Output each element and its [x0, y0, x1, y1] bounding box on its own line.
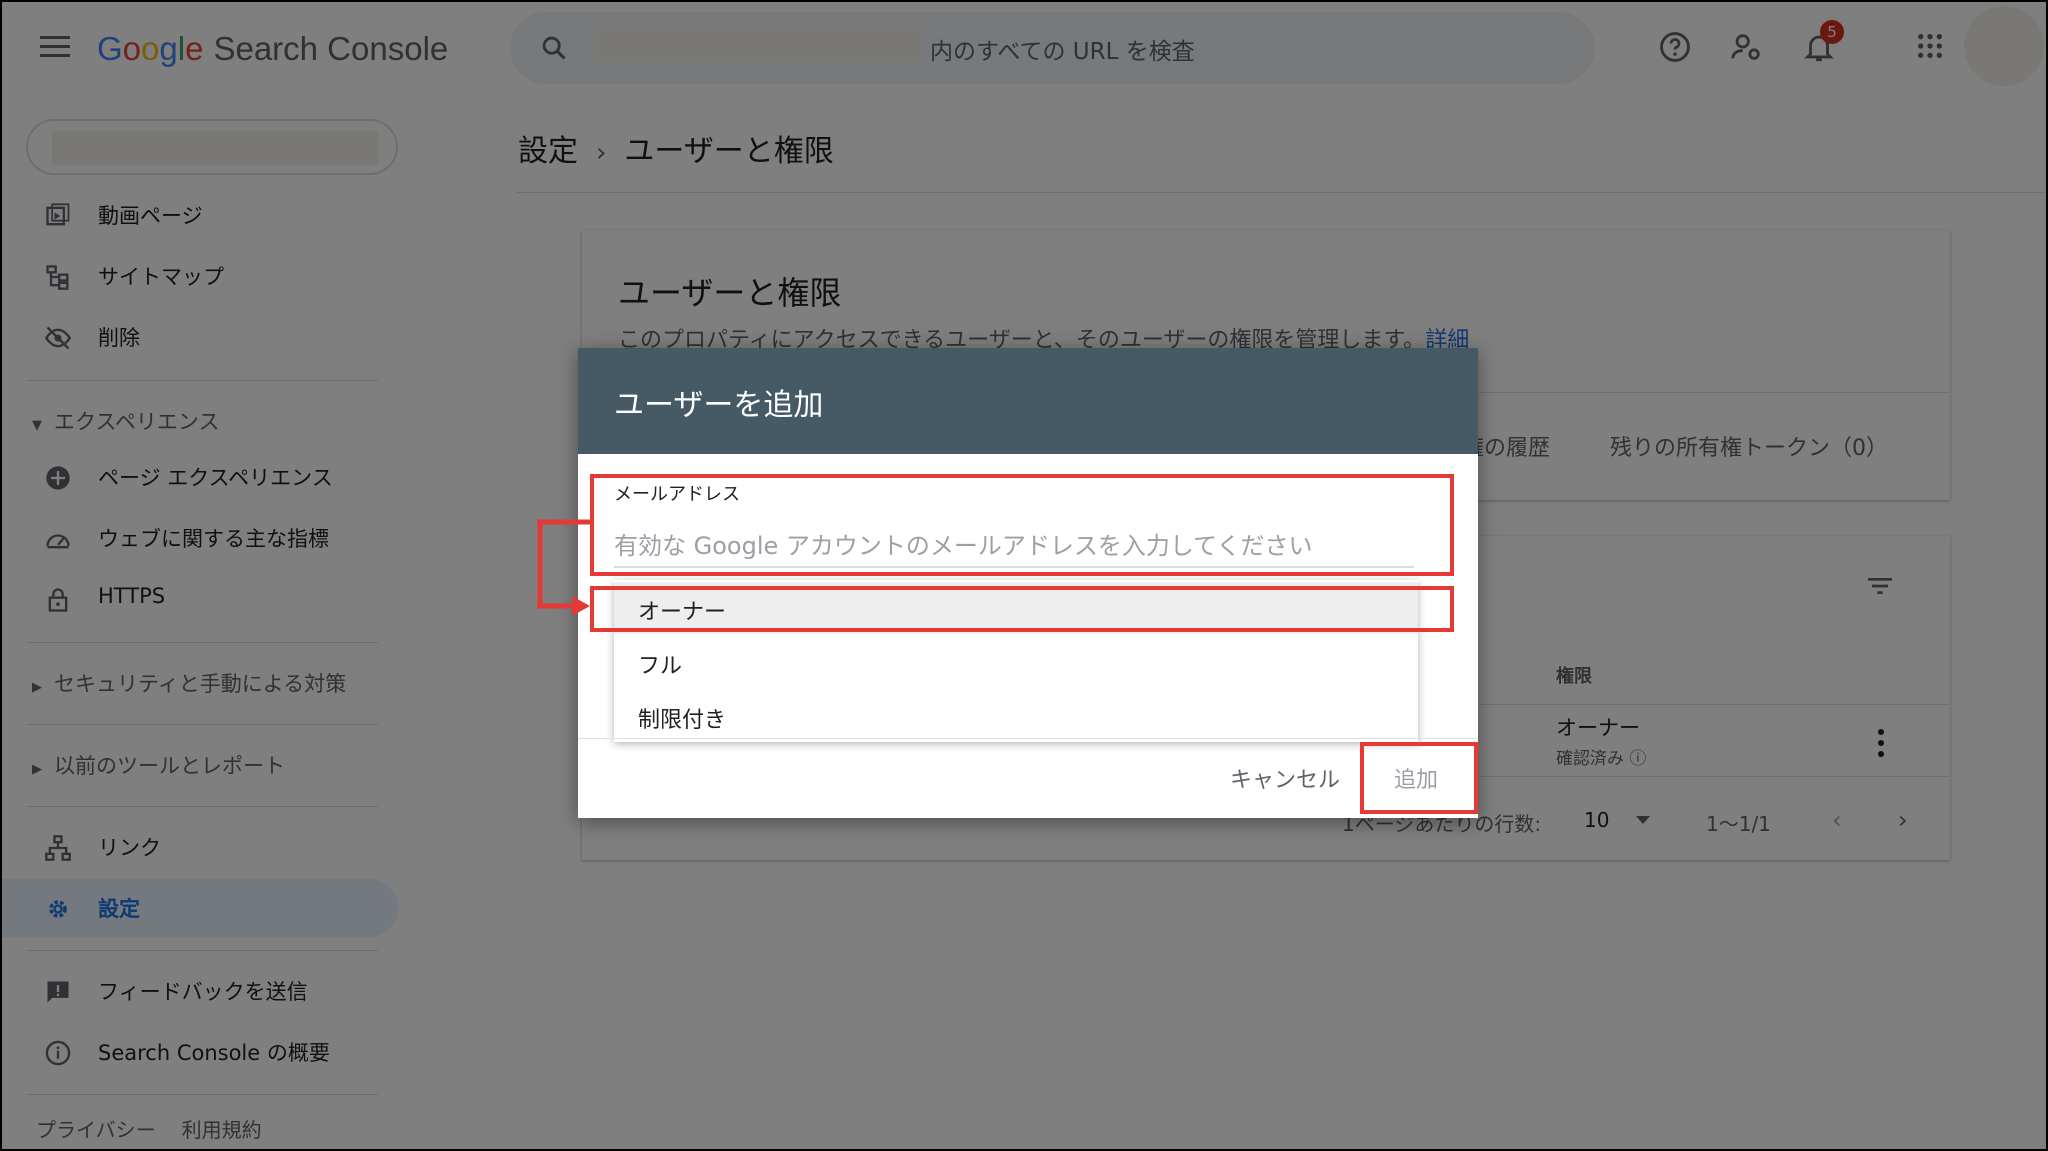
- option-label: フル: [638, 654, 683, 679]
- annotation-add-highlight: [1360, 742, 1478, 814]
- annotation-arrow-icon: [537, 519, 592, 616]
- dialog-footer-divider: [578, 738, 1478, 739]
- add-user-dialog: ユーザーを追加 メールアドレス 有効な Google アカウントのメールアドレス…: [578, 348, 1478, 818]
- permission-option-restricted[interactable]: 制限付き: [614, 690, 1418, 742]
- dialog-title: ユーザーを追加: [614, 388, 824, 423]
- app-window: GoogleSearch Console 内のすべての URL を検査 5 動画…: [0, 0, 2048, 1151]
- annotation-owner-highlight: [590, 586, 1454, 632]
- cancel-button[interactable]: キャンセル: [1230, 762, 1340, 794]
- option-label: 制限付き: [638, 708, 727, 733]
- permission-option-full[interactable]: フル: [614, 636, 1418, 688]
- dialog-header: ユーザーを追加: [578, 348, 1478, 454]
- annotation-email-highlight: [590, 474, 1454, 576]
